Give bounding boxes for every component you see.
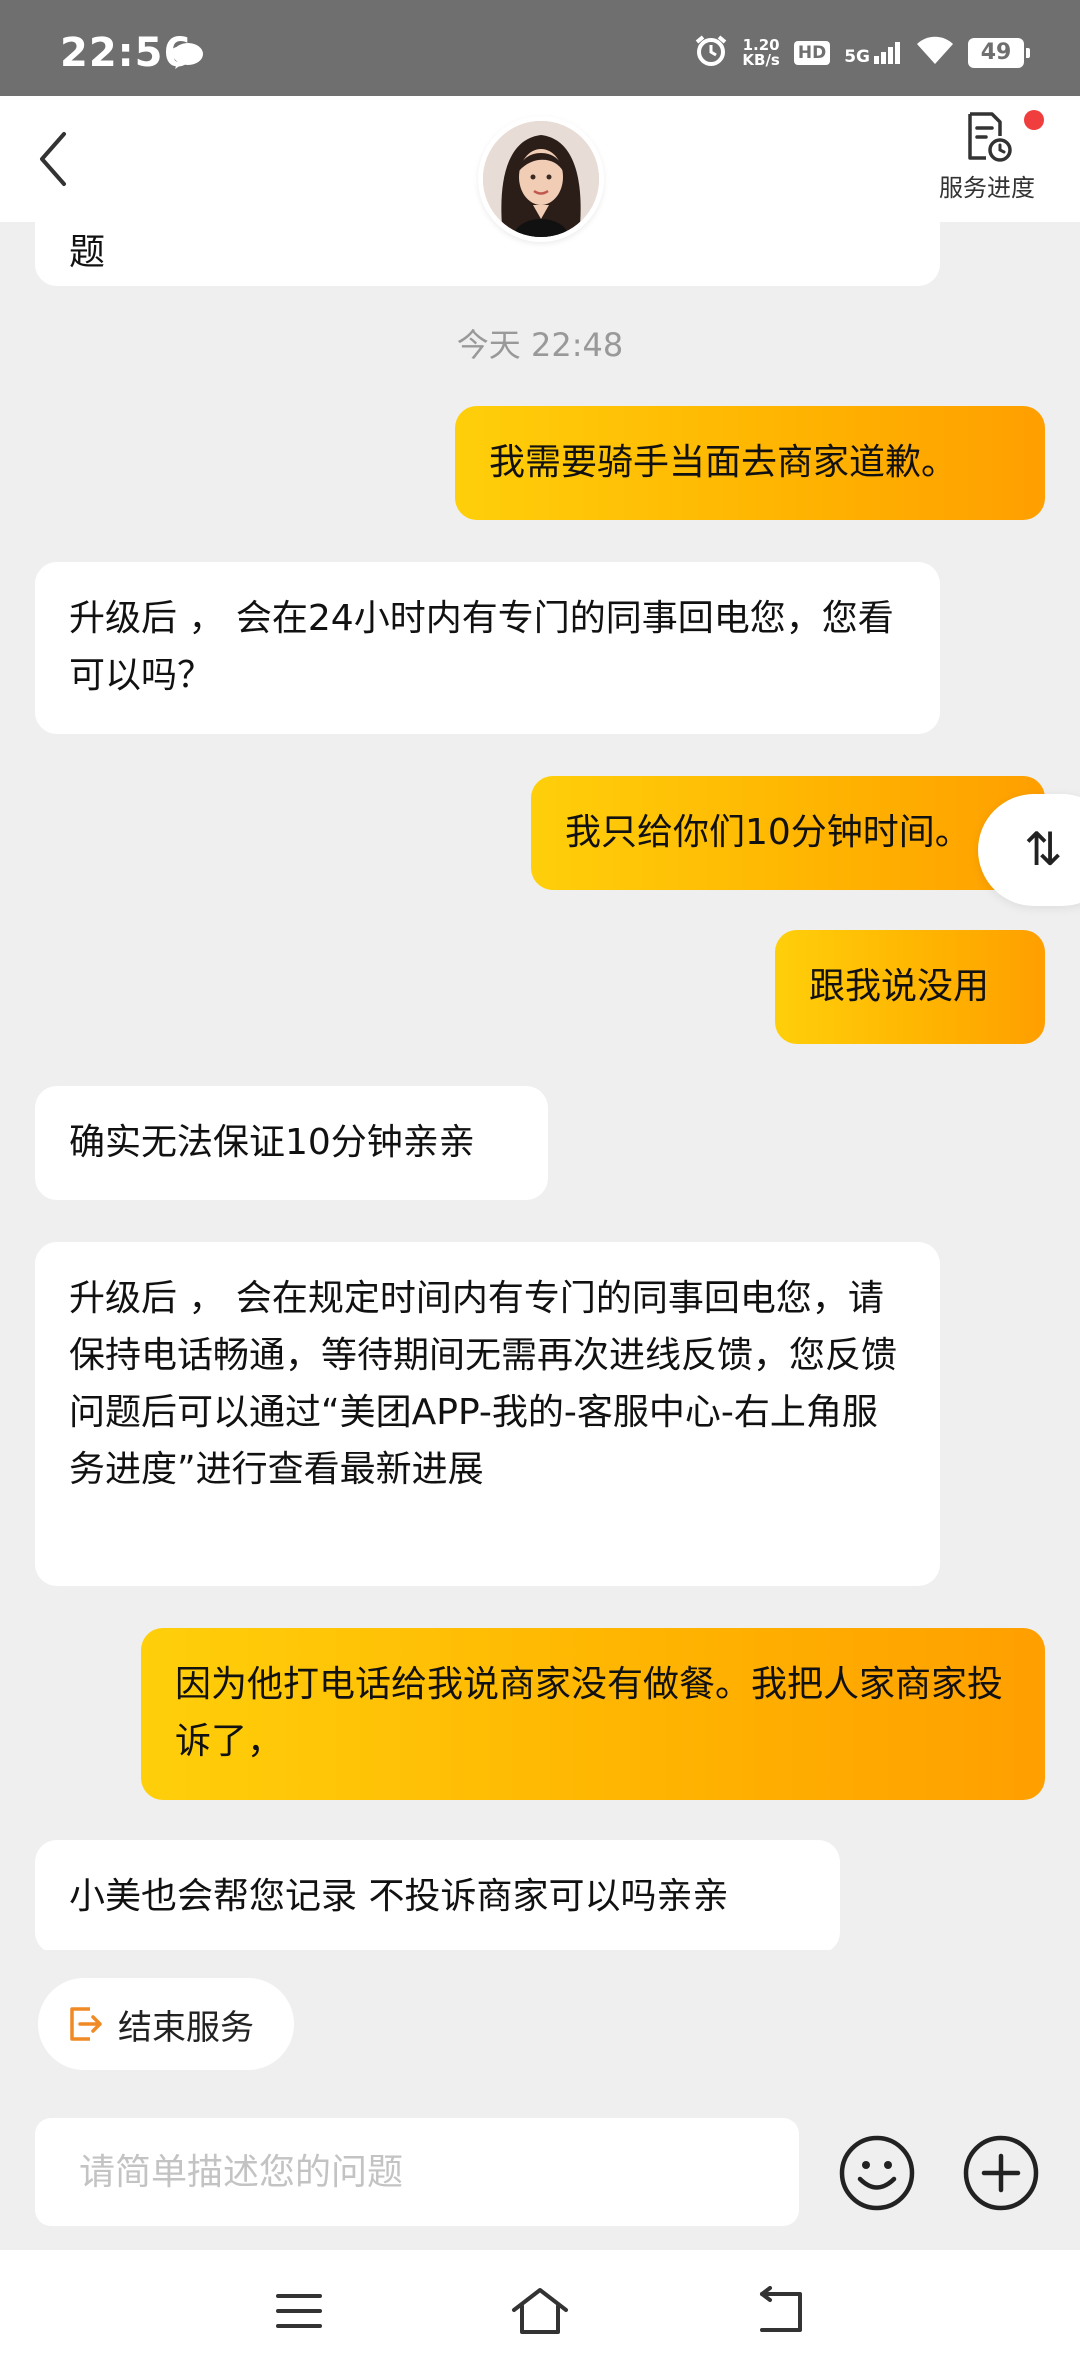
message-text: 我只给你们10分钟时间。 bbox=[565, 812, 971, 853]
message-text: 跟我说没用 bbox=[809, 966, 990, 1007]
message-bubble-agent: 小美也会帮您记录 不投诉商家可以吗亲亲 bbox=[35, 1840, 840, 1950]
message-text: 升级后 ， 会在24小时内有专门的同事回电您，您看可以吗？ bbox=[69, 598, 894, 696]
message-text: 升级后 ， 会在规定时间内有专门的同事回电您，请保持电话畅通，等待期间无需再次进… bbox=[69, 1278, 898, 1490]
notification-dot bbox=[1024, 110, 1044, 130]
message-bubble-user: 我需要骑手当面去商家道歉。 bbox=[455, 406, 1045, 520]
smiley-icon bbox=[839, 2135, 915, 2211]
message-bubble-agent: 确实无法保证10分钟亲亲 bbox=[35, 1086, 548, 1200]
service-progress-label: 服务进度 bbox=[939, 174, 1035, 202]
message-bubble-agent-fragment: 题 bbox=[35, 222, 940, 286]
menu-icon bbox=[276, 2294, 322, 2328]
hd-badge: HD bbox=[793, 41, 831, 65]
message-input[interactable] bbox=[79, 2151, 799, 2193]
battery-icon: 49 bbox=[968, 38, 1030, 68]
exit-icon bbox=[70, 2007, 102, 2041]
end-service-label: 结束服务 bbox=[118, 2007, 254, 2048]
message-bubble-user: 因为他打电话给我说商家没有做餐。我把人家商家投诉了， bbox=[141, 1628, 1045, 1800]
message-bubble-user: 跟我说没用 bbox=[775, 930, 1045, 1044]
message-text: 小美也会帮您记录 不投诉商家可以吗亲亲 bbox=[69, 1876, 729, 1917]
nav-menu-button[interactable] bbox=[274, 2286, 324, 2340]
agent-avatar bbox=[478, 116, 604, 242]
swap-arrows-icon: ⇅ bbox=[1024, 822, 1063, 876]
message-text: 我需要骑手当面去商家道歉。 bbox=[489, 442, 958, 483]
home-icon bbox=[512, 2288, 568, 2334]
chevron-left-icon bbox=[40, 132, 66, 186]
message-bubble-user: 我只给你们10分钟时间。 bbox=[531, 776, 1045, 890]
emoji-button[interactable] bbox=[838, 2134, 916, 2216]
chat-messages[interactable]: 题 今天 22:48 我需要骑手当面去商家道歉。 升级后 ， 会在24小时内有专… bbox=[0, 222, 1080, 1950]
plus-button[interactable] bbox=[962, 2134, 1040, 2216]
battery-level: 49 bbox=[980, 40, 1012, 65]
signal-bars-icon bbox=[874, 42, 900, 64]
document-clock-icon bbox=[968, 112, 1012, 162]
back-button[interactable] bbox=[28, 126, 88, 192]
alarm-icon bbox=[694, 34, 728, 72]
message-text: 确实无法保证10分钟亲亲 bbox=[69, 1122, 475, 1163]
network-type: 5G bbox=[844, 47, 870, 67]
message-bubble-agent: 升级后 ， 会在24小时内有专门的同事回电您，您看可以吗？ bbox=[35, 562, 940, 734]
plus-circle-icon bbox=[963, 2135, 1039, 2211]
status-icons: 1.20 KB/s HD 5G 49 bbox=[694, 34, 1030, 72]
chat-timestamp: 今天 22:48 bbox=[456, 326, 624, 364]
system-nav-bar bbox=[0, 2250, 1080, 2376]
speed-unit: KB/s bbox=[742, 51, 780, 69]
scroll-toggle-button[interactable]: ⇅ bbox=[978, 794, 1080, 906]
service-progress-button[interactable]: 服务进度 bbox=[912, 110, 1062, 214]
nav-home-button[interactable] bbox=[510, 2286, 570, 2340]
end-service-button[interactable]: 结束服务 bbox=[38, 1978, 294, 2070]
wifi-icon bbox=[916, 36, 954, 70]
message-text: 因为他打电话给我说商家没有做餐。我把人家商家投诉了， bbox=[175, 1664, 1004, 1762]
chat-notification-icon bbox=[172, 42, 204, 74]
status-bar: 22:56 1.20 KB/s HD 5G 49 bbox=[0, 0, 1080, 96]
message-input-container[interactable] bbox=[35, 2118, 799, 2226]
message-text: 题 bbox=[69, 232, 106, 273]
network-speed: 1.20 KB/s bbox=[742, 38, 779, 68]
nav-back-button[interactable] bbox=[754, 2286, 808, 2340]
message-bubble-agent: 升级后 ， 会在规定时间内有专门的同事回电您，请保持电话畅通，等待期间无需再次进… bbox=[35, 1242, 940, 1586]
back-arrow-icon bbox=[760, 2286, 802, 2332]
cellular-signal: 5G bbox=[844, 42, 902, 67]
